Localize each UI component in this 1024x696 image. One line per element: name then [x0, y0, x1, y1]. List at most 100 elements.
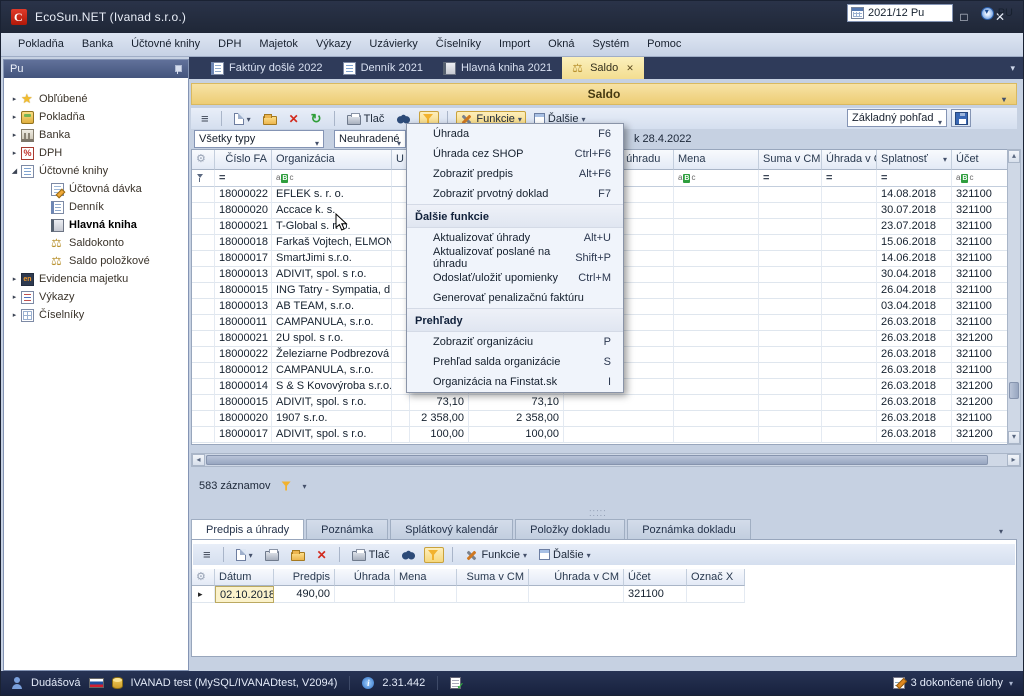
tree-expander-icon[interactable]: ▸: [8, 113, 21, 121]
column-header-ucet[interactable]: Účet: [952, 150, 1008, 170]
cell-cislo-fa[interactable]: 18000017: [215, 427, 272, 443]
cell-datum[interactable]: 02.10.2018: [215, 586, 274, 603]
column-header-splatnost[interactable]: Splatnosť: [877, 150, 952, 170]
cell-uhrada-cm[interactable]: [822, 379, 877, 395]
cell-suma-cm[interactable]: [759, 267, 822, 283]
cell-organizacia[interactable]: AB TEAM, s.r.o.: [272, 299, 392, 315]
cell-uhrada-cm[interactable]: [822, 283, 877, 299]
cell-ucet[interactable]: 321100: [952, 363, 1008, 379]
view-selector-combo[interactable]: Základný pohľad: [847, 109, 947, 127]
status-filter-combo[interactable]: Neuhradené: [334, 130, 406, 148]
menu-bar-item[interactable]: DPH: [209, 33, 250, 56]
cell-suma-cm[interactable]: [759, 235, 822, 251]
cell-suma-cm[interactable]: [759, 219, 822, 235]
tree-expander-icon[interactable]: ▸: [8, 131, 21, 139]
cell-splatnost[interactable]: 03.04.2018: [877, 299, 952, 315]
menu-bar-item[interactable]: Číselníky: [427, 33, 490, 56]
cell-suma-cm[interactable]: [759, 379, 822, 395]
vertical-scrollbar[interactable]: ▴ ▾: [1007, 149, 1021, 445]
cell-u[interactable]: [392, 427, 410, 443]
menu-item[interactable]: Aktualizovať poslané na úhradu Shift+P: [407, 248, 623, 268]
tasks-status-group[interactable]: 3 dokončené úlohy: [893, 677, 1013, 689]
menu-bar-item[interactable]: Majetok: [250, 33, 307, 56]
toolbar-menu-button[interactable]: [197, 110, 213, 128]
cell-mena[interactable]: [674, 379, 759, 395]
cell-ucet[interactable]: 321200: [952, 331, 1008, 347]
cell-mena[interactable]: [674, 203, 759, 219]
cell-suma-cm[interactable]: [759, 251, 822, 267]
cell-ucet[interactable]: 321100: [624, 586, 687, 603]
cell-ucet[interactable]: 321100: [952, 283, 1008, 299]
column-header-uhrada-cm[interactable]: Úhrada v CM: [529, 569, 624, 586]
cell-uhrada-cm[interactable]: [529, 586, 624, 603]
cell-organizacia[interactable]: Farkaš Vojtech, ELMONT: [272, 235, 392, 251]
column-header-uhrada-cm[interactable]: Úhrada v CM: [822, 150, 877, 170]
scroll-up-icon[interactable]: ▴: [1008, 150, 1020, 163]
cell-ucet[interactable]: 321100: [952, 315, 1008, 331]
cell-ucet[interactable]: 321100: [952, 299, 1008, 315]
detail-device-button[interactable]: [261, 546, 283, 563]
cell-uhrada-cm[interactable]: [822, 411, 877, 427]
cell-ucet[interactable]: 321200: [952, 379, 1008, 395]
cell-cislo-fa[interactable]: 18000014: [215, 379, 272, 395]
cell-splatnost[interactable]: 26.03.2018: [877, 347, 952, 363]
detail-tabs-dropdown-icon[interactable]: [999, 525, 1003, 537]
cell-amount-2[interactable]: 100,00: [469, 427, 564, 443]
cell-suma-cm[interactable]: [759, 315, 822, 331]
period-selector[interactable]: 2021/12 Pu: [847, 4, 953, 22]
tree-expander-icon[interactable]: ▸: [8, 275, 21, 283]
type-filter-combo[interactable]: Všetky typy: [194, 130, 324, 148]
cell-suma-cm[interactable]: [759, 411, 822, 427]
sidebar-tree-item[interactable]: ▸ Pokladňa: [4, 108, 188, 126]
detail-tab[interactable]: Predpis a úhrady: [191, 519, 304, 540]
cell-splatnost[interactable]: 30.07.2018: [877, 203, 952, 219]
cell-organizacia[interactable]: Železiarne Podbrezová a.s. ...: [272, 347, 392, 363]
column-header-mena[interactable]: Mena: [674, 150, 759, 170]
cell-suma-cm[interactable]: [759, 427, 822, 443]
detail-open-button[interactable]: [287, 547, 309, 563]
sidebar-tree-item[interactable]: ▸ Obľúbené: [4, 90, 188, 108]
cell-mena[interactable]: [674, 363, 759, 379]
sidebar-tree-item[interactable]: Denník: [4, 198, 188, 216]
cell-cislo-fa[interactable]: 18000021: [215, 331, 272, 347]
menu-bar-item[interactable]: Banka: [73, 33, 122, 56]
sidebar-tree-item[interactable]: ▸ Výkazy: [4, 288, 188, 306]
cell-mena[interactable]: [674, 299, 759, 315]
menu-bar-item[interactable]: Import: [490, 33, 539, 56]
scroll-left-icon[interactable]: ◂: [192, 454, 205, 466]
cell-uhrada-cm[interactable]: [822, 395, 877, 411]
scroll-down-icon[interactable]: ▾: [1008, 431, 1020, 444]
cell-splatnost[interactable]: 26.03.2018: [877, 411, 952, 427]
grid-corner-cell[interactable]: [192, 150, 215, 170]
menu-item[interactable]: Aktualizovať úhrady Alt+U: [407, 228, 623, 248]
autofilter-suma-cm[interactable]: [759, 170, 822, 187]
sidebar-tree-item[interactable]: Hlavná kniha: [4, 216, 188, 234]
cell-suma-cm[interactable]: [759, 347, 822, 363]
detail-new-button[interactable]: [232, 547, 257, 563]
splitter-handle[interactable]: ⁚⁚⁚⁚⁚: [589, 509, 607, 518]
cell-cislo-fa[interactable]: 18000018: [215, 235, 272, 251]
cell-suma-cm[interactable]: [759, 331, 822, 347]
sidebar-tree-item[interactable]: Saldo položkové: [4, 252, 188, 270]
table-row[interactable]: 18000015 ADIVIT, spol. s r.o. 73,10 73,1…: [192, 395, 1007, 411]
detail-filter-button[interactable]: [424, 547, 444, 563]
cell-u[interactable]: [392, 395, 410, 411]
cell-mena[interactable]: [674, 235, 759, 251]
cell-mena[interactable]: [674, 187, 759, 203]
menu-item[interactable]: Zobraziť prvotný doklad F7: [407, 184, 623, 204]
menu-bar-item[interactable]: Účtovné knihy: [122, 33, 209, 56]
menu-bar-item[interactable]: Výkazy: [307, 33, 360, 56]
cell-suma-cm[interactable]: [759, 203, 822, 219]
column-header-predpis[interactable]: Predpis: [274, 569, 335, 586]
cell-cislo-fa[interactable]: 18000013: [215, 299, 272, 315]
autofilter-mena[interactable]: [674, 170, 759, 187]
scroll-right-icon[interactable]: ▸: [1007, 454, 1020, 466]
cell-mena[interactable]: [674, 283, 759, 299]
cell-ucet[interactable]: 321100: [952, 267, 1008, 283]
cell-cislo-fa[interactable]: 18000020: [215, 203, 272, 219]
cell-cislo-fa[interactable]: 18000021: [215, 219, 272, 235]
cell-organizacia[interactable]: CAMPANULA, s.r.o.: [272, 363, 392, 379]
cell-splatnost[interactable]: 26.03.2018: [877, 395, 952, 411]
save-view-button[interactable]: [951, 109, 971, 127]
autofilter-ucet[interactable]: [952, 170, 1008, 187]
